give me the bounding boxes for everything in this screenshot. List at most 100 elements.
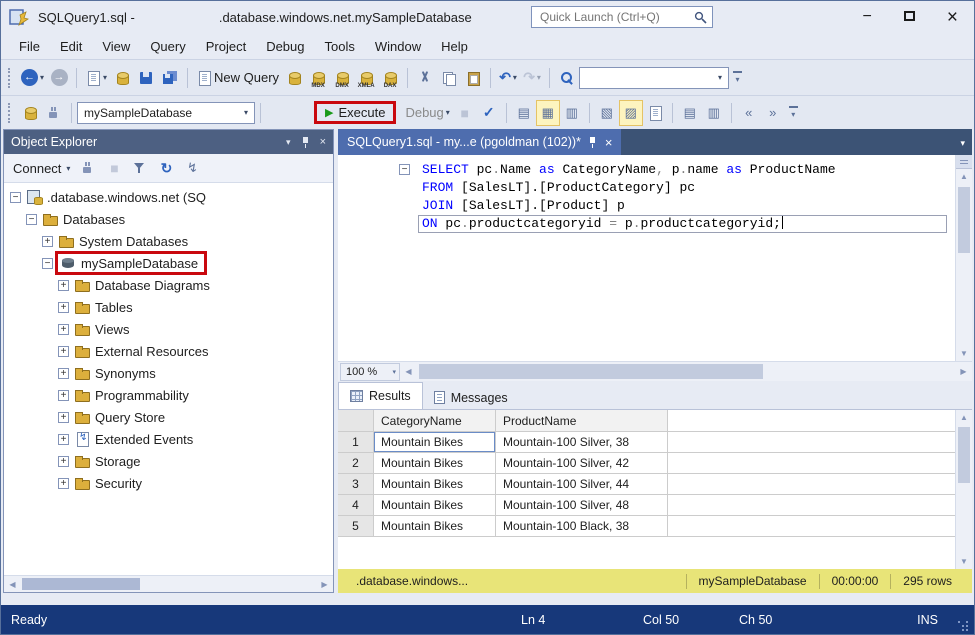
tree-node-storage[interactable]: + Storage <box>4 450 333 472</box>
query-type-button-mdx[interactable]: MDX <box>306 65 330 91</box>
scrollbar-thumb[interactable] <box>958 187 970 253</box>
scroll-left-icon[interactable]: ◀ <box>400 362 417 381</box>
collapse-region-icon[interactable]: − <box>399 164 410 175</box>
comment-button[interactable]: ▤ <box>678 100 702 126</box>
find-combo[interactable]: ▾ <box>579 66 730 89</box>
tree-node--database-windows-net-sq[interactable]: − .database.windows.net (SQ <box>4 186 333 208</box>
tree-node-query-store[interactable]: + Query Store <box>4 406 333 428</box>
results-to-grid-button[interactable]: ▦ <box>535 99 560 126</box>
expand-icon[interactable]: + <box>58 411 69 423</box>
increase-indent-button[interactable]: » <box>761 100 785 126</box>
tab-results[interactable]: Results <box>338 382 423 409</box>
menu-item-help[interactable]: Help <box>431 35 478 58</box>
expand-icon[interactable]: + <box>58 345 69 357</box>
results-to-text-button[interactable]: ▤ <box>512 100 536 126</box>
toolbar-overflow-button[interactable]: ▾ <box>788 106 798 119</box>
expand-icon[interactable]: + <box>58 367 69 379</box>
collapse-icon[interactable]: − <box>26 213 37 225</box>
copy-button[interactable] <box>437 65 461 91</box>
splitter-handle[interactable] <box>956 155 972 169</box>
document-list-dropdown[interactable]: ▾ <box>953 138 972 155</box>
expand-icon[interactable]: + <box>58 301 69 313</box>
code-line[interactable]: − SELECT pc.Name as CategoryName, p.name … <box>338 161 955 179</box>
activity-monitor-button[interactable]: ↯ <box>180 155 204 181</box>
query-type-button-xmla[interactable]: XMLA <box>354 65 378 91</box>
decrease-indent-button[interactable]: « <box>737 100 761 126</box>
product-cell[interactable]: Mountain-100 Silver, 44 <box>496 474 668 495</box>
expand-icon[interactable]: + <box>58 279 69 291</box>
add-item-button[interactable] <box>110 65 134 91</box>
scroll-right-icon[interactable]: ▶ <box>955 362 972 381</box>
find-button[interactable] <box>555 65 579 91</box>
cut-button[interactable] <box>413 65 437 91</box>
table-row[interactable]: 1 Mountain Bikes Mountain-100 Silver, 38 <box>338 432 955 453</box>
query-document-tab[interactable]: SQLQuery1.sql - my...e (pgoldman (102))*… <box>338 129 622 155</box>
undo-button[interactable]: ↶ ▾ <box>496 65 520 91</box>
expand-icon[interactable]: + <box>58 389 69 401</box>
tree-node-synonyms[interactable]: + Synonyms <box>4 362 333 384</box>
pin-icon[interactable] <box>301 136 310 148</box>
menu-item-query[interactable]: Query <box>140 35 195 58</box>
tree-node-system-databases[interactable]: + System Databases <box>4 230 333 252</box>
query-options-button[interactable] <box>643 100 667 126</box>
object-explorer-hscrollbar[interactable]: ◀ ▶ <box>4 575 333 592</box>
product-cell[interactable]: Mountain-100 Silver, 38 <box>496 432 668 453</box>
menu-item-edit[interactable]: Edit <box>50 35 92 58</box>
product-cell[interactable]: Mountain-100 Silver, 42 <box>496 453 668 474</box>
chevron-down-icon[interactable]: ▾ <box>392 368 399 376</box>
chevron-down-icon[interactable]: ▾ <box>712 68 728 88</box>
estimated-plan-button[interactable]: ▧ <box>595 100 619 126</box>
parse-button[interactable]: ✓ <box>477 100 501 126</box>
table-row[interactable]: 4 Mountain Bikes Mountain-100 Silver, 48 <box>338 495 955 516</box>
scroll-down-icon[interactable]: ▼ <box>956 346 972 361</box>
scroll-down-icon[interactable]: ▼ <box>956 554 972 569</box>
change-connection-button[interactable] <box>42 100 66 126</box>
tree-node-databases[interactable]: − Databases <box>4 208 333 230</box>
minimize-button[interactable]: − <box>863 9 872 25</box>
row-number-cell[interactable]: 2 <box>338 453 374 474</box>
object-explorer-header[interactable]: Object Explorer ▾ × <box>4 130 333 154</box>
menu-item-tools[interactable]: Tools <box>315 35 365 58</box>
results-to-file-button[interactable]: ▥ <box>560 100 584 126</box>
category-cell[interactable]: Mountain Bikes <box>374 432 496 453</box>
zoom-combobox[interactable]: 100 % ▾ <box>340 362 400 381</box>
close-panel-button[interactable]: × <box>320 136 326 148</box>
code-line[interactable]: JOIN [SalesLT].[Product] p <box>338 197 955 215</box>
tree-node-external-resources[interactable]: + External Resources <box>4 340 333 362</box>
new-query-button[interactable]: New Query <box>193 65 282 91</box>
window-position-button[interactable]: ▾ <box>286 137 291 148</box>
menu-item-view[interactable]: View <box>92 35 140 58</box>
category-cell[interactable]: Mountain Bikes <box>374 495 496 516</box>
category-cell[interactable]: Mountain Bikes <box>374 453 496 474</box>
save-all-button[interactable] <box>158 65 182 91</box>
menu-item-window[interactable]: Window <box>365 35 431 58</box>
execute-button[interactable]: ▶ Execute <box>319 104 391 121</box>
database-combobox[interactable]: mySampleDatabase ▾ <box>77 101 255 124</box>
table-row[interactable]: 3 Mountain Bikes Mountain-100 Silver, 44 <box>338 474 955 495</box>
toolbar-overflow-button[interactable]: ▾ <box>733 71 743 84</box>
tree-node-tables[interactable]: + Tables <box>4 296 333 318</box>
table-row[interactable]: 5 Mountain Bikes Mountain-100 Black, 38 <box>338 516 955 537</box>
collapse-icon[interactable]: − <box>42 257 53 269</box>
menu-item-project[interactable]: Project <box>196 35 256 58</box>
scroll-right-icon[interactable]: ▶ <box>316 576 333 592</box>
scroll-up-icon[interactable]: ▲ <box>956 410 972 425</box>
tree-node-database-diagrams[interactable]: + Database Diagrams <box>4 274 333 296</box>
scroll-up-icon[interactable]: ▲ <box>956 169 972 184</box>
results-vscrollbar[interactable]: ▲ ▼ <box>955 410 972 569</box>
collapse-icon[interactable]: − <box>10 191 21 203</box>
connect-db-button[interactable] <box>18 100 42 126</box>
query-type-button-dmx[interactable]: DMX <box>330 65 354 91</box>
scrollbar-thumb[interactable] <box>958 427 970 483</box>
scroll-left-icon[interactable]: ◀ <box>4 576 21 592</box>
toolbar-grip[interactable] <box>8 102 12 123</box>
quick-launch-input[interactable] <box>540 10 694 24</box>
table-row[interactable]: 2 Mountain Bikes Mountain-100 Silver, 42 <box>338 453 955 474</box>
row-number-cell[interactable]: 5 <box>338 516 374 537</box>
navigate-back-button[interactable]: ← ▾ <box>18 65 47 91</box>
menu-item-file[interactable]: File <box>9 35 50 58</box>
expand-icon[interactable]: + <box>58 323 69 335</box>
tree-node-security[interactable]: + Security <box>4 472 333 494</box>
code-line[interactable]: FROM [SalesLT].[ProductCategory] pc <box>338 179 955 197</box>
disconnect-button[interactable] <box>76 155 100 181</box>
